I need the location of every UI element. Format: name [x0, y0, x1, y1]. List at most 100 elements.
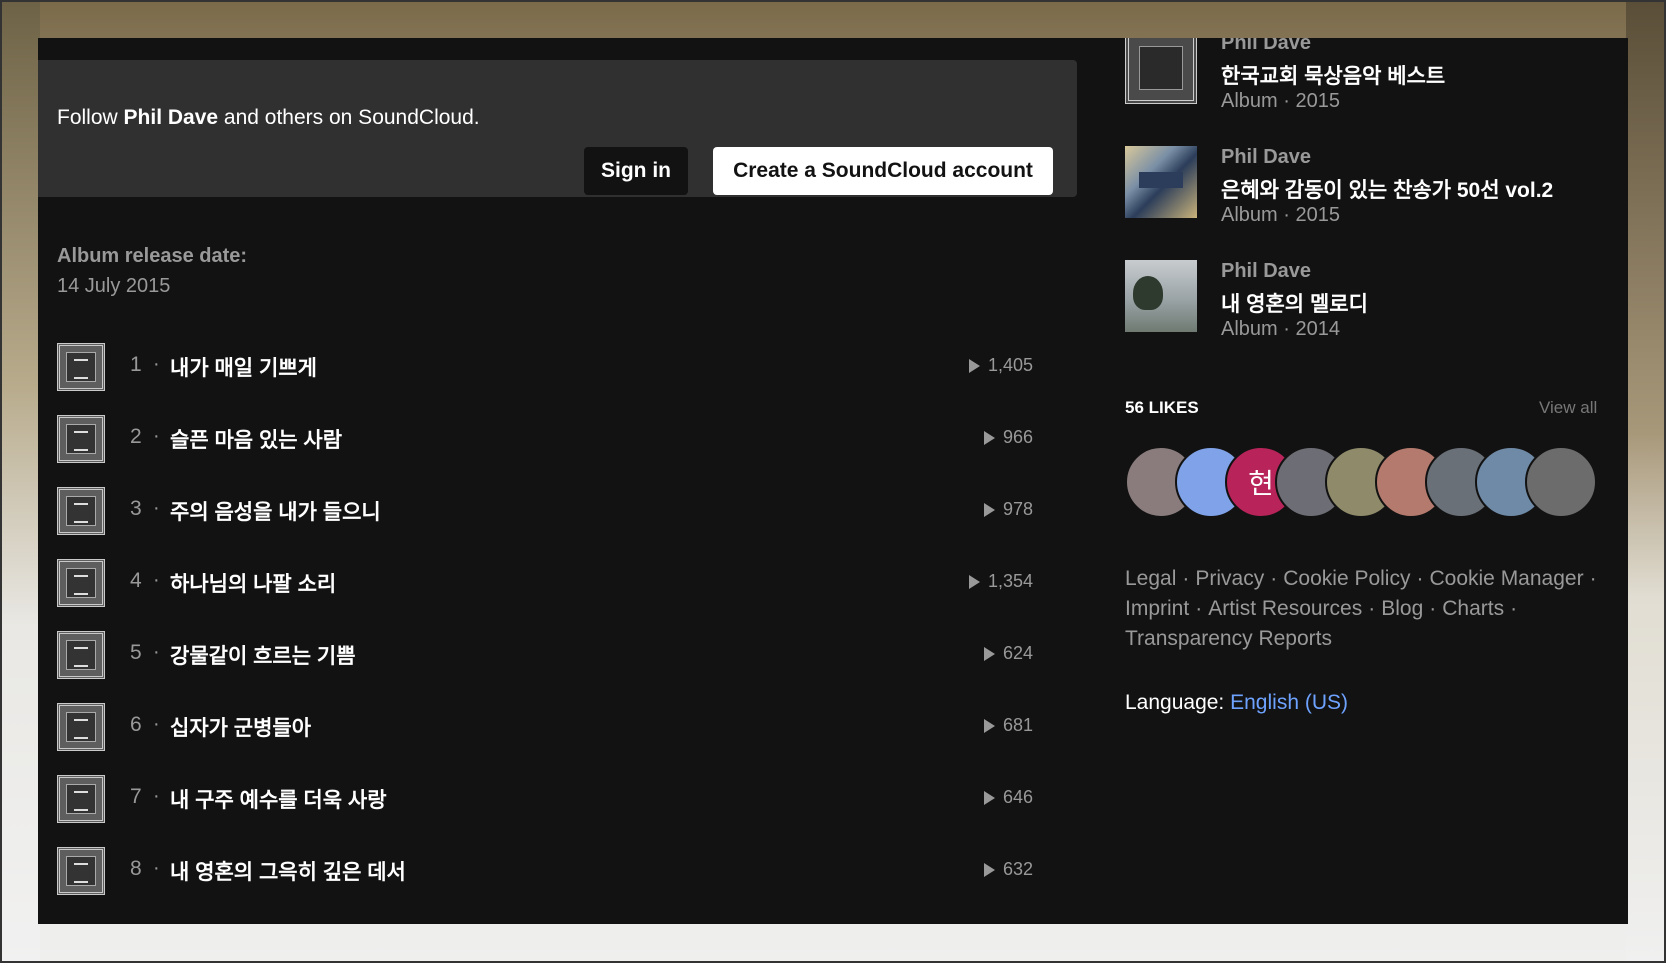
album-title[interactable]: 내 영혼의 멜로디: [1221, 288, 1368, 318]
album-cover[interactable]: [1125, 146, 1197, 218]
separator-dot: ·: [153, 785, 160, 807]
track-artwork[interactable]: [57, 631, 105, 679]
footer-link-cookie-policy[interactable]: Cookie Policy: [1283, 567, 1410, 590]
play-count-icon: [983, 430, 995, 445]
follow-banner: Follow Phil Dave and others on SoundClou…: [38, 60, 1077, 197]
footer-link-imprint[interactable]: Imprint: [1125, 597, 1189, 620]
footer-link-blog[interactable]: Blog: [1381, 597, 1423, 620]
album-cover[interactable]: [1125, 38, 1197, 104]
main-panel: Follow Phil Dave and others on SoundClou…: [38, 38, 1628, 924]
follow-artist: Phil Dave: [123, 106, 219, 129]
album-title[interactable]: 은혜와 감동이 있는 찬송가 50선 vol.2: [1221, 174, 1553, 204]
footer-link-legal[interactable]: Legal: [1125, 567, 1176, 590]
track-row[interactable]: 2 · 슬픈 마음 있는 사람 966: [57, 415, 1057, 487]
track-title[interactable]: 강물같이 흐르는 기쁨: [170, 640, 356, 670]
album-item[interactable]: Phil Dave 은혜와 감동이 있는 찬송가 50선 vol.2 Album…: [1125, 146, 1615, 260]
track-row[interactable]: 7 · 내 구주 예수를 더욱 사랑 646: [57, 775, 1057, 847]
track-plays: 646: [983, 787, 1033, 808]
track-title[interactable]: 내 영혼의 그윽히 깊은 데서: [170, 856, 406, 886]
track-row[interactable]: 8 · 내 영혼의 그윽히 깊은 데서 632: [57, 847, 1057, 919]
avatar[interactable]: [1525, 446, 1597, 518]
footer-link-charts[interactable]: Charts: [1442, 597, 1504, 620]
likes-heading: 56 LIKES: [1125, 398, 1199, 417]
footer-link-cookie-manager[interactable]: Cookie Manager: [1429, 567, 1583, 590]
language-link[interactable]: English (US): [1230, 691, 1348, 714]
background-left: [0, 0, 40, 963]
track-plays: 624: [983, 643, 1033, 664]
view-all-likes-link[interactable]: View all: [1539, 398, 1597, 418]
track-row[interactable]: 3 · 주의 음성을 내가 들으니 978: [57, 487, 1057, 559]
album-cover[interactable]: [1125, 260, 1197, 332]
track-plays: 978: [983, 499, 1033, 520]
track-plays: 966: [983, 427, 1033, 448]
footer-links: Legal · Privacy · Cookie Policy · Cookie Manag…: [1125, 567, 1597, 650]
language-label: Language:: [1125, 691, 1225, 714]
albums-list: Phil Dave 한국교회 묵상음악 베스트 Album · 2015 Phi…: [1125, 38, 1615, 374]
track-number: 5: [130, 641, 142, 664]
follow-suffix: and others on SoundCloud.: [223, 106, 480, 129]
play-count: 966: [1002, 427, 1033, 447]
likes-avatars: 현: [1125, 446, 1625, 518]
track-artwork[interactable]: [57, 487, 105, 535]
play-count: 978: [1002, 499, 1033, 519]
create-account-button[interactable]: Create a SoundCloud account: [713, 147, 1053, 195]
track-artwork[interactable]: [57, 703, 105, 751]
track-artwork[interactable]: [57, 559, 105, 607]
release-date-value: 14 July 2015: [57, 275, 171, 297]
play-count-icon: [983, 790, 995, 805]
track-number: 1: [130, 353, 142, 376]
footer-link-privacy[interactable]: Privacy: [1195, 567, 1264, 590]
play-count-icon: [968, 574, 980, 589]
track-title[interactable]: 슬픈 마음 있는 사람: [170, 424, 342, 454]
track-artwork[interactable]: [57, 415, 105, 463]
track-title[interactable]: 십자가 군병들아: [170, 712, 311, 742]
track-plays: 681: [983, 715, 1033, 736]
track-title[interactable]: 주의 음성을 내가 들으니: [170, 496, 381, 526]
track-title[interactable]: 하나님의 나팔 소리: [170, 568, 336, 598]
track-list: 1 · 내가 매일 기쁘게 1,405 2 · 슬픈 마음 있는 사람 966 …: [57, 343, 1057, 919]
track-artwork[interactable]: [57, 847, 105, 895]
album-item[interactable]: Phil Dave 내 영혼의 멜로디 Album · 2014: [1125, 260, 1615, 374]
follow-prefix: Follow: [57, 106, 118, 129]
play-count: 1,354: [987, 571, 1033, 591]
album-item[interactable]: Phil Dave 한국교회 묵상음악 베스트 Album · 2015: [1125, 38, 1615, 146]
separator-dot: ·: [153, 713, 160, 735]
album-artist[interactable]: Phil Dave: [1221, 146, 1311, 169]
track-number: 3: [130, 497, 142, 520]
play-count: 646: [1002, 787, 1033, 807]
track-row[interactable]: 1 · 내가 매일 기쁘게 1,405: [57, 343, 1057, 415]
track-artwork[interactable]: [57, 775, 105, 823]
footer-link-artist-resources[interactable]: Artist Resources: [1208, 597, 1362, 620]
separator-dot: ·: [153, 425, 160, 447]
track-number: 8: [130, 857, 142, 880]
track-plays: 632: [983, 859, 1033, 880]
track-title[interactable]: 내가 매일 기쁘게: [170, 352, 317, 382]
separator-dot: ·: [153, 569, 160, 591]
track-number: 4: [130, 569, 142, 592]
track-number: 2: [130, 425, 142, 448]
track-title[interactable]: 내 구주 예수를 더욱 사랑: [170, 784, 387, 814]
separator-dot: ·: [153, 497, 160, 519]
album-artist[interactable]: Phil Dave: [1221, 38, 1311, 55]
sign-in-button[interactable]: Sign in: [584, 147, 688, 195]
play-count: 632: [1002, 859, 1033, 879]
background-right: [1626, 0, 1666, 963]
separator-dot: ·: [153, 641, 160, 663]
track-row[interactable]: 5 · 강물같이 흐르는 기쁨 624: [57, 631, 1057, 703]
play-count-icon: [968, 358, 980, 373]
play-count-icon: [983, 862, 995, 877]
track-row[interactable]: 4 · 하나님의 나팔 소리 1,354: [57, 559, 1057, 631]
separator-dot: ·: [153, 857, 160, 879]
play-count: 681: [1002, 715, 1033, 735]
follow-text: Follow Phil Dave and others on SoundClou…: [57, 106, 480, 130]
album-artist[interactable]: Phil Dave: [1221, 260, 1311, 283]
track-number: 7: [130, 785, 142, 808]
footer-link-transparency-reports[interactable]: Transparency Reports: [1125, 627, 1332, 650]
track-artwork[interactable]: [57, 343, 105, 391]
play-count: 624: [1002, 643, 1033, 663]
album-title[interactable]: 한국교회 묵상음악 베스트: [1221, 60, 1445, 90]
track-plays: 1,354: [968, 571, 1033, 592]
track-row[interactable]: 6 · 십자가 군병들아 681: [57, 703, 1057, 775]
play-count-icon: [983, 718, 995, 733]
release-date-label: Album release date:: [57, 245, 248, 267]
